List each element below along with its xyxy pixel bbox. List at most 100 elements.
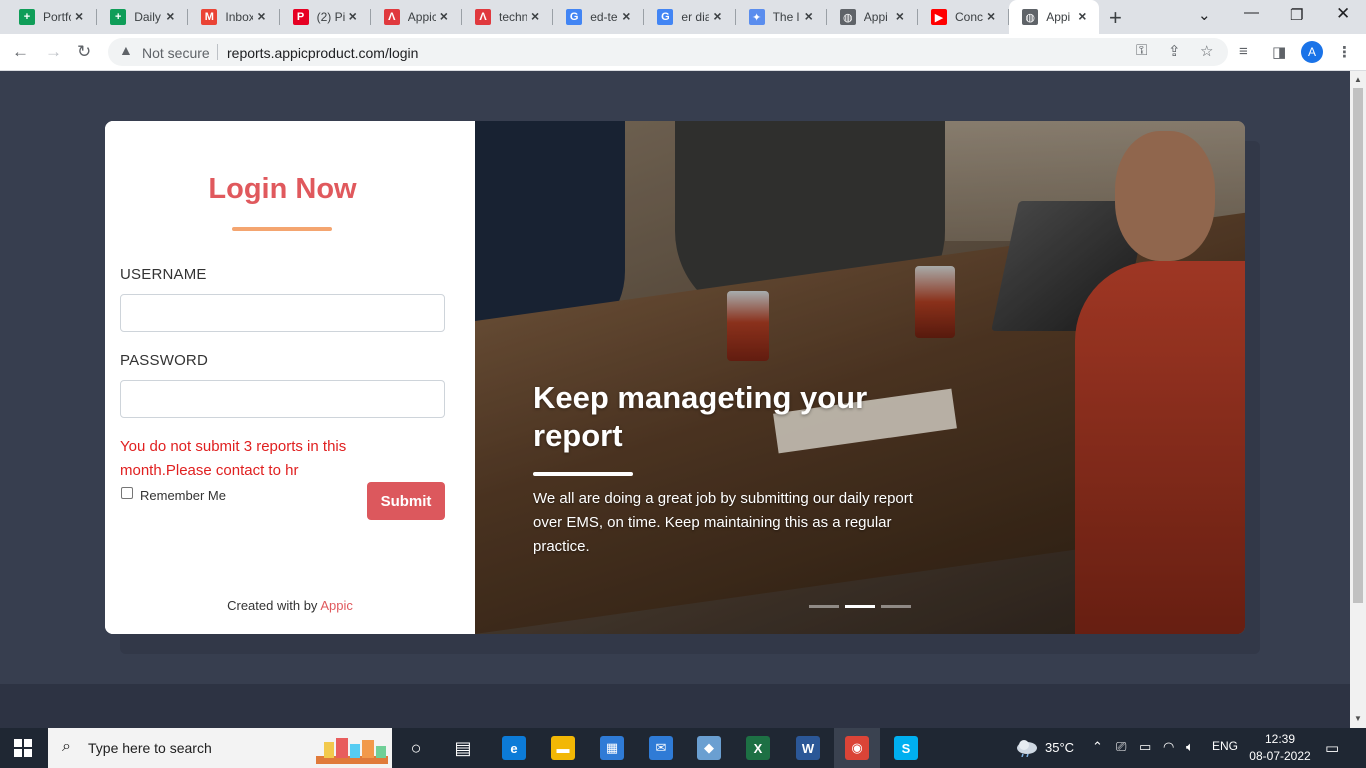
browser-tab[interactable]: M Inbox × — [188, 0, 280, 34]
tab-title: er dia — [681, 10, 710, 24]
word-icon[interactable]: W — [796, 736, 820, 760]
tab-close-icon[interactable]: × — [1078, 8, 1086, 24]
remember-me-checkbox[interactable] — [121, 487, 133, 499]
reload-icon[interactable]: ↻ — [77, 42, 91, 62]
tab-close-icon[interactable]: × — [440, 8, 448, 24]
close-window-icon[interactable]: ✕ — [1336, 4, 1350, 24]
speaker-icon[interactable]: 🔈︎ — [1186, 739, 1194, 755]
forward-icon[interactable]: → — [45, 42, 62, 62]
restore-icon[interactable]: ❐ — [1290, 6, 1303, 24]
meet-now-icon[interactable]: ⎚ — [1116, 739, 1126, 755]
tab-strip: +Portfolio×+Daily×MInbox×P(2) Pi×ΛAppic×… — [0, 0, 1366, 34]
tab-close-icon[interactable]: × — [531, 8, 539, 24]
appic-link[interactable]: Appic — [320, 598, 353, 613]
chevron-up-icon[interactable]: ⌃ — [1092, 739, 1103, 755]
browser-tab[interactable]: Λtechn × — [462, 0, 554, 34]
edge-icon[interactable]: e — [502, 736, 526, 760]
tab-title: Appic — [407, 10, 436, 24]
file-explorer-icon[interactable]: ▬ — [551, 736, 575, 760]
tab-title: ed-te — [590, 10, 618, 24]
youtube-icon: ▶ — [931, 9, 947, 25]
taskbar-search-box[interactable]: ⌕ Type here to search — [48, 728, 392, 768]
address-bar[interactable]: ▲ Not secure reports.appicproduct.com/lo… — [108, 38, 1228, 66]
profile-avatar[interactable]: A — [1301, 41, 1323, 63]
menu-icon[interactable]: ⋮ — [1337, 43, 1352, 61]
store-icon[interactable]: ▦ — [600, 736, 624, 760]
browser-tab[interactable]: Ged-te × — [553, 0, 645, 34]
carousel-indicator-3[interactable] — [881, 605, 911, 608]
carousel-slide: Keep manageting your report We all are d… — [475, 121, 1245, 634]
windows-start-icon[interactable] — [14, 739, 32, 757]
security-label[interactable]: Not secure — [142, 45, 210, 61]
url-text[interactable]: reports.appicproduct.com/login — [227, 45, 418, 61]
tab-close-icon[interactable]: × — [987, 8, 995, 24]
username-input[interactable] — [120, 294, 445, 332]
chrome-icon[interactable]: ◉ — [845, 736, 869, 760]
page-scrollbar[interactable]: ▲ ▼ — [1350, 71, 1366, 728]
clock-time[interactable]: 12:39 — [1264, 732, 1296, 746]
tab-close-icon[interactable]: × — [622, 8, 630, 24]
mail-icon[interactable]: ✉ — [649, 736, 673, 760]
share-icon[interactable]: ⇪ — [1168, 42, 1181, 60]
clock-date[interactable]: 08-07-2022 — [1246, 749, 1314, 763]
page-footer-band — [0, 684, 1350, 728]
task-view-icon[interactable]: ○ — [404, 736, 428, 760]
created-by-text: Created with by — [227, 598, 318, 613]
globe-icon: ◍ — [1022, 9, 1039, 25]
browser-tab[interactable]: P (2) Pi × — [280, 0, 371, 34]
minimize-icon[interactable]: — — [1244, 4, 1259, 21]
carousel-indicator-2[interactable] — [845, 605, 875, 608]
language-indicator[interactable]: ENG — [1212, 739, 1238, 753]
tab-title: The l — [772, 10, 800, 24]
tab-close-icon[interactable]: × — [896, 8, 904, 24]
browser-tab[interactable]: + Portfolio × — [6, 0, 98, 34]
temperature[interactable]: 35°C — [1045, 740, 1074, 755]
tab-close-icon[interactable]: × — [713, 8, 721, 24]
browser-tab[interactable]: Ger dia × — [644, 0, 736, 34]
tab-title: Daily — [134, 10, 161, 24]
tab-close-icon[interactable]: × — [257, 8, 265, 24]
key-icon[interactable]: ⚿ — [1136, 42, 1147, 59]
carousel-title: Keep manageting your report — [533, 380, 868, 453]
new-tab-button[interactable]: + — [1109, 5, 1122, 31]
widgets-icon[interactable]: ▤ — [451, 736, 475, 760]
skype-icon[interactable]: S — [894, 736, 918, 760]
reading-list-icon[interactable]: ≡ — [1239, 43, 1248, 60]
scroll-thumb[interactable] — [1353, 88, 1363, 603]
tab-close-icon[interactable]: × — [166, 8, 174, 24]
windows-taskbar: ⌕ Type here to search ○ ▤ e ▬ ▦ ✉ ◆ X W ◉ S 35°C ⌃… — [0, 728, 1366, 768]
wifi-icon[interactable]: ◠ — [1163, 739, 1174, 755]
tab-close-icon[interactable]: × — [805, 8, 813, 24]
tab-close-icon[interactable]: × — [75, 8, 83, 24]
weather-cloud-icon[interactable] — [1015, 737, 1039, 757]
submit-button[interactable]: Submit — [367, 482, 445, 520]
bookmark-star-icon[interactable]: ☆ — [1200, 42, 1213, 60]
warning-icon[interactable]: ▲ — [119, 42, 133, 58]
scroll-up-icon[interactable]: ▲ — [1354, 75, 1362, 84]
browser-tab[interactable]: ◍ Appi × — [827, 0, 918, 34]
excel-icon[interactable]: X — [746, 736, 770, 760]
appic-icon: Λ — [475, 9, 491, 25]
browser-tab[interactable]: Λ Appic × — [371, 0, 462, 34]
browser-tab[interactable]: ◍ Appi × — [1009, 0, 1100, 34]
browser-tab[interactable]: ▶ Conc × — [918, 0, 1010, 34]
side-panel-icon[interactable]: ◨ — [1272, 43, 1286, 61]
tab-title: Portfolio — [43, 10, 71, 24]
tab-search-icon[interactable]: ⌄ — [1198, 6, 1211, 24]
app-icon[interactable]: ◆ — [697, 736, 721, 760]
remember-me-label[interactable]: Remember Me — [140, 488, 226, 503]
pinterest-icon: P — [292, 9, 309, 25]
google-icon: G — [566, 9, 583, 25]
scroll-down-icon[interactable]: ▼ — [1354, 714, 1362, 723]
tab-close-icon[interactable]: × — [349, 8, 357, 24]
tool-icon: ✦ — [748, 9, 765, 25]
browser-tab[interactable]: + Daily × — [97, 0, 189, 34]
notification-icon[interactable]: ▭ — [1325, 739, 1339, 757]
password-input[interactable] — [120, 380, 445, 418]
browser-tab[interactable]: ✦ The l × — [736, 0, 827, 34]
password-label: PASSWORD — [120, 352, 208, 369]
battery-icon[interactable]: ▭ — [1139, 739, 1151, 755]
search-icon: ⌕ — [62, 738, 71, 755]
back-icon[interactable]: ← — [12, 42, 29, 62]
carousel-indicator-1[interactable] — [809, 605, 839, 608]
